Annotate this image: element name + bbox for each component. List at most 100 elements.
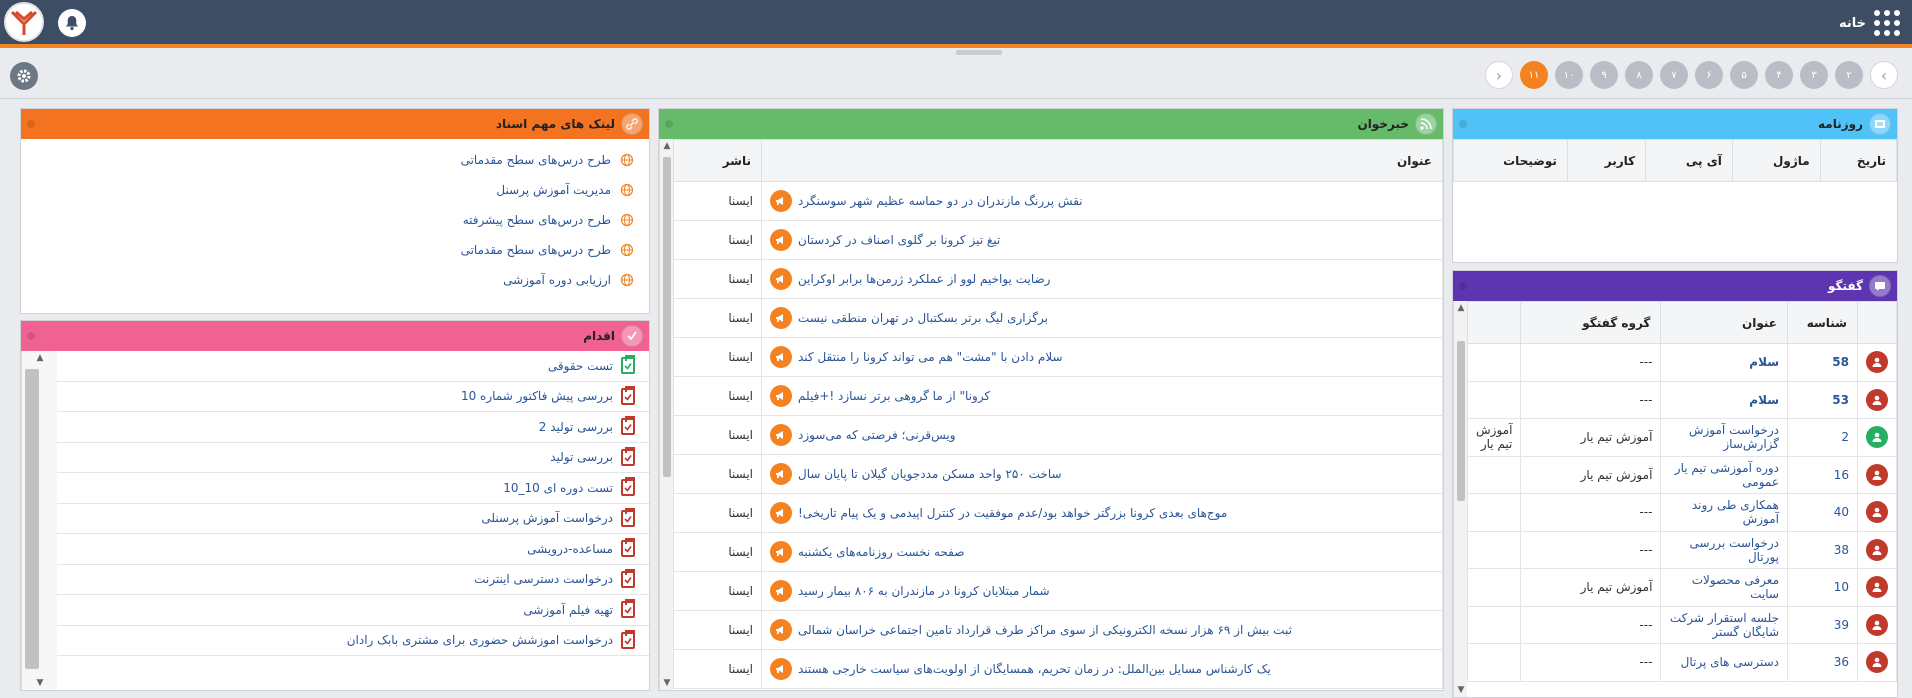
- news-item[interactable]: ساخت ۲۵۰ واحد مسکن مددجویان گیلان تا پای…: [770, 463, 1434, 485]
- page-button[interactable]: ۵: [1730, 61, 1758, 89]
- page-button[interactable]: ۲: [1835, 61, 1863, 89]
- news-title[interactable]: برگزاری لیگ برتر بسکتبال در تهران منطقی …: [798, 311, 1048, 325]
- collapse-handle[interactable]: [956, 50, 1002, 55]
- action-label[interactable]: بررسی پیش فاکتور شماره 10: [461, 389, 613, 403]
- news-title-cell[interactable]: نقش پررنگ مازندران در دو حماسه عظیم شهر …: [761, 181, 1443, 221]
- action-label[interactable]: مساعده-درویشی: [527, 542, 613, 556]
- action-label[interactable]: بررسی تولید: [550, 450, 613, 464]
- column-header-journal[interactable]: آی پی: [1645, 139, 1733, 182]
- list-item[interactable]: درخواست اموزشش حضوری برای مشتری بابک راد…: [57, 626, 649, 656]
- chat-title[interactable]: دوره آموزشی تیم یار عمومی: [1660, 455, 1788, 494]
- chat-title[interactable]: سلام: [1660, 380, 1788, 419]
- column-header-journal[interactable]: ماژول: [1731, 139, 1821, 182]
- news-title-cell[interactable]: برگزاری لیگ برتر بسکتبال در تهران منطقی …: [761, 298, 1443, 338]
- pager-prev-button[interactable]: ‹: [1870, 61, 1898, 89]
- table-row[interactable]: برگزاری لیگ برتر بسکتبال در تهران منطقی …: [673, 298, 1443, 338]
- column-header-group[interactable]: گروه گفتگو: [1520, 301, 1662, 344]
- table-row[interactable]: ساخت ۲۵۰ واحد مسکن مددجویان گیلان تا پای…: [673, 454, 1443, 494]
- news-title[interactable]: ساخت ۲۵۰ واحد مسکن مددجویان گیلان تا پای…: [798, 467, 1062, 481]
- news-title[interactable]: یک کارشناس مسایل بین‌الملل: در زمان تحری…: [798, 662, 1271, 676]
- table-row[interactable]: شمار مبتلایان کرونا در مازندران به ۸۰۶ ب…: [673, 571, 1443, 611]
- table-row[interactable]: یک کارشناس مسایل بین‌الملل: در زمان تحری…: [673, 649, 1443, 689]
- news-title[interactable]: موج‌های بعدی کرونا بزرگتر خواهد بود/عدم …: [798, 506, 1227, 520]
- link-label[interactable]: ارزیابی دوره آموزشی: [503, 273, 611, 287]
- list-item[interactable]: تهیه فیلم آموزشی: [57, 595, 649, 626]
- table-row[interactable]: 40 همکاری طی روند آموزش ---: [1466, 493, 1897, 532]
- news-item[interactable]: برگزاری لیگ برتر بسکتبال در تهران منطقی …: [770, 307, 1434, 329]
- news-title-cell[interactable]: رضایت یواخیم لوو از عملکرد ژرمن‌ها برابر…: [761, 259, 1443, 299]
- table-row[interactable]: 39 جلسه استقرار شرکت شایگان گستر ---: [1466, 605, 1897, 644]
- table-row[interactable]: 38 درخواست بررسی پورتال ---: [1466, 530, 1897, 569]
- chat-title[interactable]: درخواست آموزش گزارش‌ساز: [1660, 418, 1788, 457]
- panel-menu-icon[interactable]: [1459, 282, 1467, 290]
- panel-menu-icon[interactable]: [665, 120, 673, 128]
- table-row[interactable]: 36 دسترسی های پرتال ---: [1466, 643, 1897, 682]
- news-title[interactable]: سلام دادن با "مشت" هم می تواند کرونا را …: [798, 350, 1063, 364]
- news-title-cell[interactable]: شمار مبتلایان کرونا در مازندران به ۸۰۶ ب…: [761, 571, 1443, 611]
- table-row[interactable]: 10 معرفی محصولات سایت آموزش تیم یار: [1466, 568, 1897, 607]
- news-title[interactable]: صفحه نخست روزنامه‌های یکشنبه: [798, 545, 964, 559]
- chat-title[interactable]: جلسه استقرار شرکت شایگان گستر: [1660, 605, 1788, 644]
- company-logo[interactable]: [4, 2, 44, 42]
- news-item[interactable]: ثبت بیش از ۶۹ هزار نسخه الکترونیکی از سو…: [770, 619, 1434, 641]
- news-title[interactable]: کرونا" از ما گروهی برتر نسازد !+فیلم: [798, 389, 990, 403]
- column-header-publisher[interactable]: ناشر: [673, 139, 762, 182]
- chat-title[interactable]: درخواست بررسی پورتال: [1660, 530, 1788, 569]
- news-title-cell[interactable]: ساخت ۲۵۰ واحد مسکن مددجویان گیلان تا پای…: [761, 454, 1443, 494]
- page-button[interactable]: ۸: [1625, 61, 1653, 89]
- news-item[interactable]: سلام دادن با "مشت" هم می تواند کرونا را …: [770, 346, 1434, 368]
- table-row[interactable]: موج‌های بعدی کرونا بزرگتر خواهد بود/عدم …: [673, 493, 1443, 533]
- table-row[interactable]: ثبت بیش از ۶۹ هزار نسخه الکترونیکی از سو…: [673, 610, 1443, 650]
- link-label[interactable]: طرح درس‌های سطح پیشرفته: [463, 213, 611, 227]
- page-button[interactable]: ۴: [1765, 61, 1793, 89]
- news-item[interactable]: تیغ تیز کرونا بر گلوی اصناف در کردستان: [770, 229, 1434, 251]
- link-label[interactable]: طرح درس‌های سطح مقدماتی: [461, 243, 611, 257]
- link-item[interactable]: مدیریت آموزش پرسنل: [21, 175, 649, 205]
- action-label[interactable]: درخواست آموزش پرسنلی: [481, 511, 613, 525]
- column-header-journal[interactable]: تاریخ: [1819, 139, 1897, 182]
- table-row[interactable]: سلام دادن با "مشت" هم می تواند کرونا را …: [673, 337, 1443, 377]
- page-button[interactable]: ۱۱: [1520, 61, 1548, 89]
- column-header-title[interactable]: عنوان: [1660, 301, 1788, 344]
- news-title[interactable]: نقش پررنگ مازندران در دو حماسه عظیم شهر …: [798, 194, 1083, 208]
- page-button[interactable]: ۱۰: [1555, 61, 1583, 89]
- action-label[interactable]: تست دوره ای 10_10: [503, 481, 613, 495]
- chat-title[interactable]: همکاری طی روند آموزش: [1660, 493, 1788, 532]
- list-item[interactable]: درخواست دسترسی اینترنت: [57, 565, 649, 595]
- chat-scrollbar[interactable]: ▲ ▼: [1453, 301, 1467, 697]
- table-row[interactable]: کرونا" از ما گروهی برتر نسازد !+فیلم ایسن…: [673, 376, 1443, 416]
- news-item[interactable]: ویس‌قرنی؛ فرصتی که می‌سوزد: [770, 424, 1434, 446]
- action-label[interactable]: بررسی تولید 2: [539, 420, 613, 434]
- news-title-cell[interactable]: ثبت بیش از ۶۹ هزار نسخه الکترونیکی از سو…: [761, 610, 1443, 650]
- news-title[interactable]: تیغ تیز کرونا بر گلوی اصناف در کردستان: [798, 233, 1000, 247]
- table-row[interactable]: 58 سلام ---: [1466, 343, 1897, 382]
- news-scrollbar[interactable]: ▲ ▼: [659, 139, 673, 690]
- chat-title[interactable]: معرفی محصولات سایت: [1660, 568, 1788, 607]
- news-title-cell[interactable]: ویس‌قرنی؛ فرصتی که می‌سوزد: [761, 415, 1443, 455]
- table-row[interactable]: 2 درخواست آموزش گزارش‌ساز آموزش تیم یار آمو…: [1466, 418, 1897, 457]
- column-header-id[interactable]: شناسه: [1787, 301, 1858, 344]
- news-title-cell[interactable]: یک کارشناس مسایل بین‌الملل: در زمان تحری…: [761, 649, 1443, 689]
- column-header-journal[interactable]: کاربر: [1566, 139, 1647, 182]
- link-label[interactable]: مدیریت آموزش پرسنل: [496, 183, 611, 197]
- page-button[interactable]: ۶: [1695, 61, 1723, 89]
- home-link[interactable]: خانه: [1839, 10, 1900, 36]
- table-row[interactable]: تیغ تیز کرونا بر گلوی اصناف در کردستان ای…: [673, 220, 1443, 260]
- news-title[interactable]: شمار مبتلایان کرونا در مازندران به ۸۰۶ ب…: [798, 584, 1050, 598]
- table-row[interactable]: 53 سلام ---: [1466, 380, 1897, 419]
- chat-title[interactable]: دسترسی های پرتال: [1660, 643, 1788, 682]
- bell-icon[interactable]: [58, 9, 86, 37]
- news-title-cell[interactable]: کرونا" از ما گروهی برتر نسازد !+فیلم: [761, 376, 1443, 416]
- table-row[interactable]: 16 دوره آموزشی تیم یار عمومی آموزش تیم یار: [1466, 455, 1897, 494]
- table-row[interactable]: ویس‌قرنی؛ فرصتی که می‌سوزد ایسنا: [673, 415, 1443, 455]
- chat-title[interactable]: سلام: [1660, 343, 1788, 382]
- news-item[interactable]: یک کارشناس مسایل بین‌الملل: در زمان تحری…: [770, 658, 1434, 680]
- list-item[interactable]: درخواست آموزش پرسنلی: [57, 504, 649, 534]
- link-label[interactable]: طرح درس‌های سطح مقدماتی: [461, 153, 611, 167]
- action-label[interactable]: تست حقوقی: [548, 359, 613, 373]
- action-label[interactable]: درخواست اموزشش حضوری برای مشتری بابک راد…: [347, 633, 613, 647]
- news-item[interactable]: صفحه نخست روزنامه‌های یکشنبه: [770, 541, 1434, 563]
- page-button[interactable]: ۳: [1800, 61, 1828, 89]
- news-item[interactable]: رضایت یواخیم لوو از عملکرد ژرمن‌ها برابر…: [770, 268, 1434, 290]
- column-header-journal[interactable]: توضیحات: [1453, 139, 1568, 182]
